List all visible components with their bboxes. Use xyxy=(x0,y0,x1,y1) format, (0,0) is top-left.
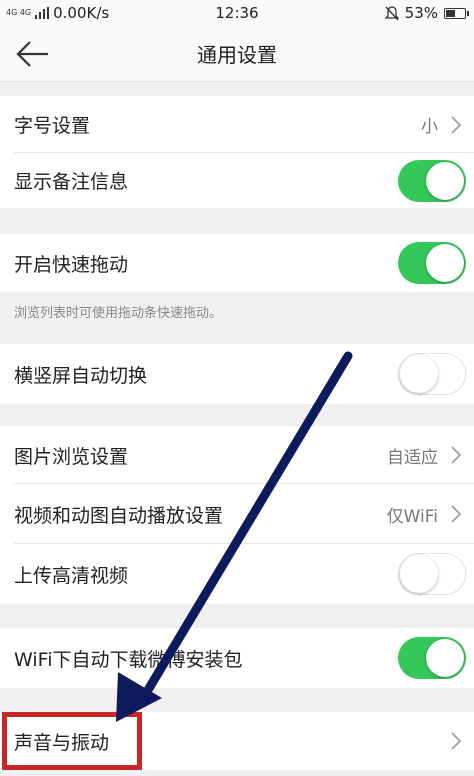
font-size-row[interactable]: 字号设置 小 xyxy=(0,96,474,153)
autoplay-row[interactable]: 视频和动图自动播放设置 仅WiFi xyxy=(0,484,474,544)
font-size-value: 小 xyxy=(421,117,438,137)
wifi-download-row: WiFi下自动下载微博安装包 xyxy=(0,628,474,688)
highlight-box xyxy=(2,712,142,770)
show-remark-toggle[interactable] xyxy=(398,159,466,202)
image-browse-label: 图片浏览设置 xyxy=(14,445,129,468)
battery-percent: 53% xyxy=(404,4,438,22)
fast-drag-label: 开启快速拖动 xyxy=(14,253,129,276)
hd-upload-toggle[interactable] xyxy=(398,553,466,595)
section-gap xyxy=(0,208,474,234)
show-remark-row: 显示备注信息 xyxy=(0,153,474,208)
section-gap xyxy=(0,83,474,96)
wifi-download-label: WiFi下自动下载微博安装包 xyxy=(14,648,243,671)
fast-drag-hint: 浏览列表时可使用拖动条快速拖动。 xyxy=(14,306,223,321)
bottom-gap xyxy=(0,770,474,776)
chevron-right-icon xyxy=(451,732,462,750)
image-browse-row[interactable]: 图片浏览设置 自适应 xyxy=(0,426,474,484)
status-right: 53% xyxy=(384,4,469,22)
show-remark-label: 显示备注信息 xyxy=(14,171,129,193)
nav-bar: 通用设置 xyxy=(0,26,474,82)
fast-drag-row: 开启快速拖动 xyxy=(0,234,474,292)
autoplay-label: 视频和动图自动播放设置 xyxy=(14,504,224,527)
section-gap xyxy=(0,688,474,712)
hd-upload-row: 上传高清视频 xyxy=(0,544,474,604)
font-size-label: 字号设置 xyxy=(14,115,91,137)
auto-rotate-toggle[interactable] xyxy=(398,353,466,395)
section-gap xyxy=(0,604,474,628)
chevron-right-icon xyxy=(451,446,462,464)
image-browse-value: 自适应 xyxy=(387,447,438,468)
auto-rotate-label: 横竖屏自动切换 xyxy=(14,364,148,387)
autoplay-value: 仅WiFi xyxy=(386,506,438,527)
section-gap xyxy=(0,404,474,426)
auto-rotate-row: 横竖屏自动切换 xyxy=(0,344,474,404)
wifi-download-toggle[interactable] xyxy=(398,637,466,679)
hint-area: 浏览列表时可使用拖动条快速拖动。 xyxy=(0,292,474,344)
page-title: 通用设置 xyxy=(197,43,277,67)
chevron-right-icon xyxy=(451,505,462,523)
hd-upload-label: 上传高清视频 xyxy=(14,564,129,587)
fast-drag-toggle[interactable] xyxy=(398,242,466,284)
chevron-right-icon xyxy=(451,115,462,134)
status-bar: 4G 4G 0.00K/s 12:36 53% xyxy=(0,0,474,26)
bell-off-icon xyxy=(384,5,399,20)
battery-icon xyxy=(444,7,469,19)
